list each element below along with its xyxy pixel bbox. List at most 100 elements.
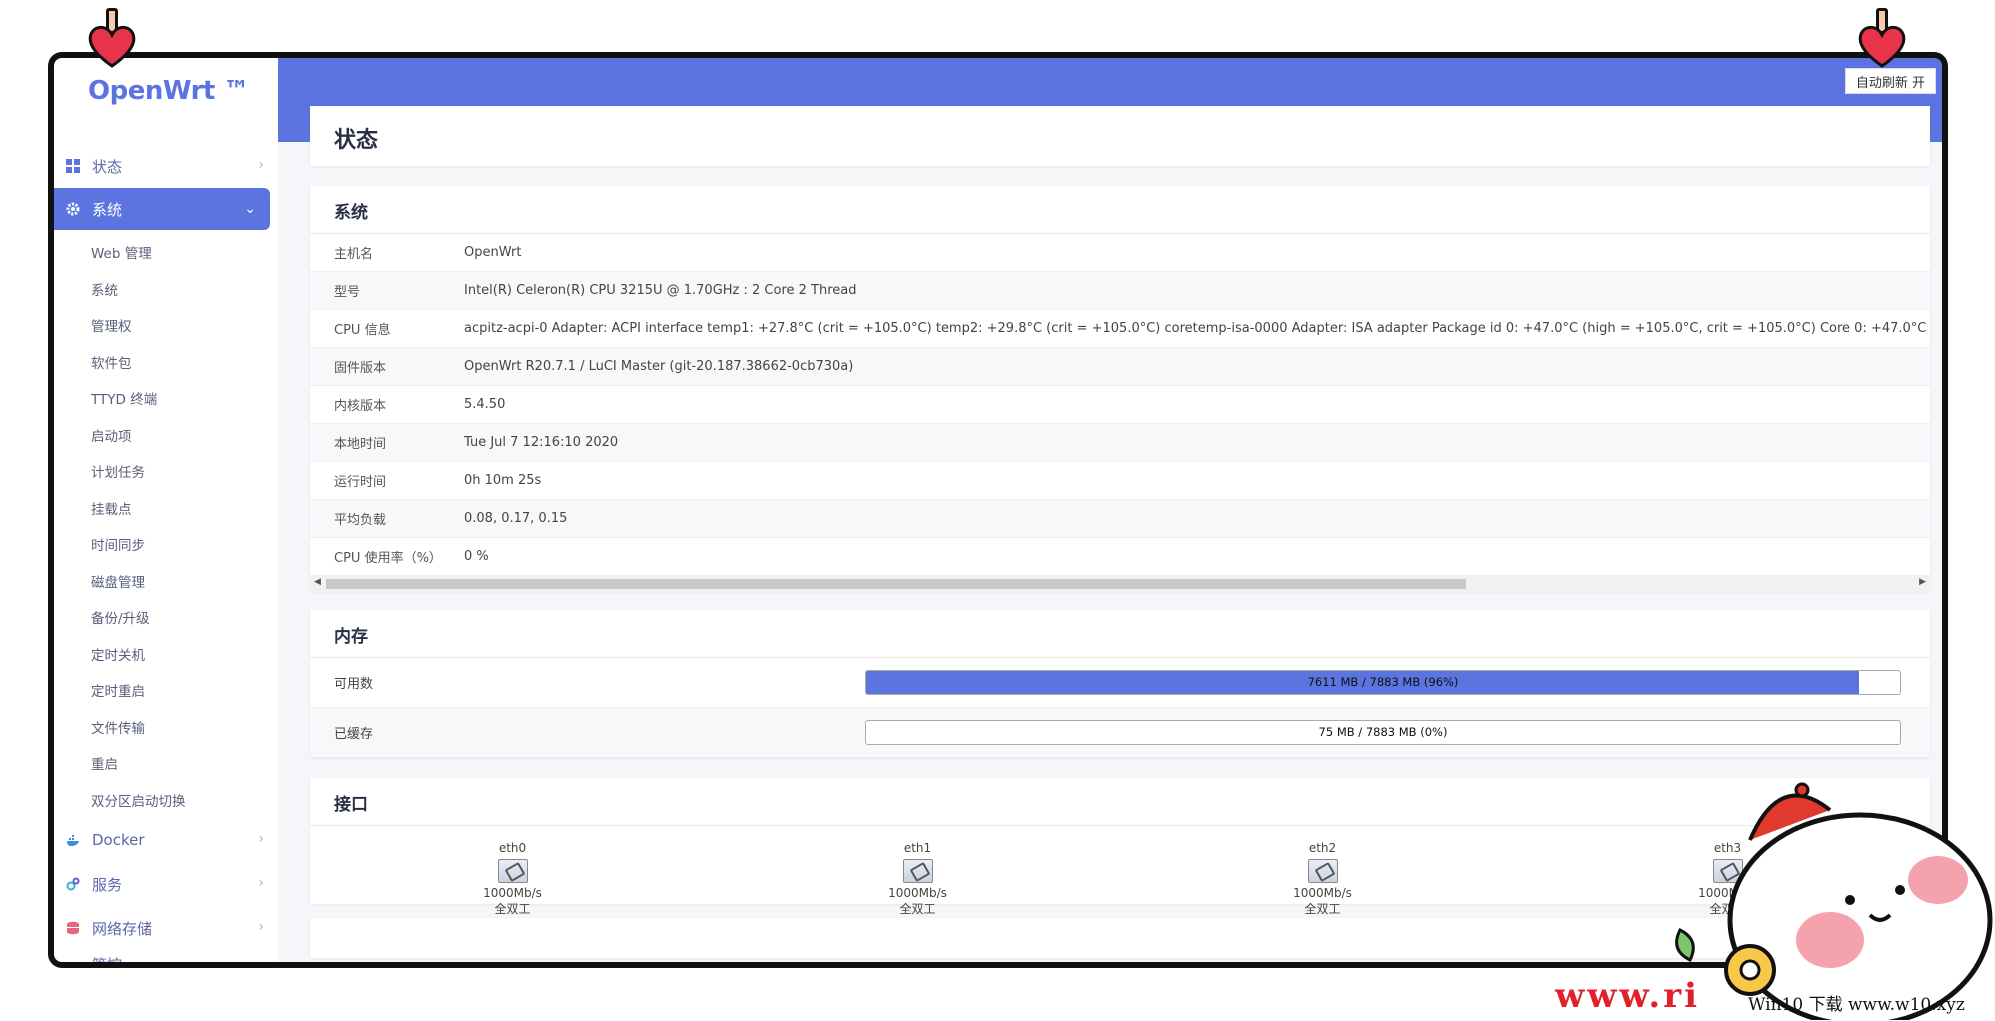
sidebar-item-label: 管控 bbox=[92, 956, 123, 968]
chevron-right-icon: › bbox=[258, 875, 264, 891]
submenu-item[interactable]: 重启 bbox=[54, 745, 278, 782]
heart-icon bbox=[88, 25, 136, 68]
sidebar-item-partial[interactable]: 管控 bbox=[54, 950, 278, 968]
row-key: CPU 使用率（%） bbox=[334, 551, 442, 566]
submenu-item[interactable]: 启动项 bbox=[54, 417, 278, 454]
watermark-left: www.ri bbox=[1555, 976, 1701, 1016]
progress-label: 7611 MB / 7883 MB (96%) bbox=[1307, 675, 1459, 689]
submenu-item[interactable]: 文件传输 bbox=[54, 709, 278, 746]
table-row: CPU 信息 acpitz-acpi-0 Adapter: ACPI interf… bbox=[310, 310, 1930, 348]
memory-row: 已缓存 75 MB / 7883 MB (0%) bbox=[310, 708, 1930, 758]
menu-icon bbox=[66, 954, 80, 962]
submenu-item[interactable]: 管理权 bbox=[54, 307, 278, 344]
interface-item[interactable]: eth2 1000Mb/s 全双工 bbox=[1263, 840, 1383, 917]
submenu-item[interactable]: 备份/升级 bbox=[54, 599, 278, 636]
row-key: 平均负载 bbox=[334, 513, 387, 528]
progress-bar: 7611 MB / 7883 MB (96%) bbox=[865, 670, 1901, 695]
submenu-item[interactable]: 计划任务 bbox=[54, 453, 278, 490]
table-row: 型号 Intel(R) Celeron(R) CPU 3215U @ 1.70GH… bbox=[310, 272, 1930, 310]
interface-name: eth0 bbox=[498, 841, 527, 855]
system-table: 主机名 OpenWrt 型号 Intel(R) Celeron(R) CPU 321… bbox=[310, 234, 1930, 576]
memory-card-title: 内存 bbox=[310, 610, 1930, 658]
submenu-item[interactable]: 系统 bbox=[54, 271, 278, 308]
row-key: 内核版本 bbox=[334, 399, 387, 414]
submenu-item[interactable]: 双分区启动切换 bbox=[54, 782, 278, 819]
row-value: OpenWrt bbox=[464, 245, 522, 260]
interface-speed: 1000Mb/s bbox=[1293, 886, 1352, 900]
sidebar: OpenWrt ™ 状态 › 系统 ⌄ Web 管理 系统 管理权 软件包 TT… bbox=[54, 58, 278, 962]
table-row: 固件版本 OpenWrt R20.7.1 / LuCI Master (git-2… bbox=[310, 348, 1930, 386]
ethernet-port-icon bbox=[1307, 859, 1338, 883]
row-key: CPU 信息 bbox=[334, 323, 391, 338]
row-value: 0h 10m 25s bbox=[464, 473, 542, 488]
chevron-right-icon: › bbox=[258, 157, 264, 173]
openwrt-logo[interactable]: OpenWrt ™ bbox=[88, 76, 249, 106]
interface-item[interactable]: eth0 1000Mb/s 全双工 bbox=[453, 840, 573, 917]
sidebar-item-label: 状态 bbox=[92, 157, 123, 176]
row-key: 已缓存 bbox=[334, 727, 374, 742]
interface-item[interactable]: eth1 1000Mb/s 全双工 bbox=[858, 840, 978, 917]
submenu-item[interactable]: 磁盘管理 bbox=[54, 563, 278, 600]
submenu-item[interactable]: Web 管理 bbox=[54, 234, 278, 271]
sidebar-item-label: 系统 bbox=[92, 200, 123, 219]
sidebar-item-label: 服务 bbox=[92, 875, 123, 894]
services-icon bbox=[66, 877, 80, 891]
row-value: 0 % bbox=[464, 549, 489, 564]
gear-icon bbox=[66, 202, 80, 216]
auto-refresh-toggle[interactable]: 自动刷新 开 bbox=[1844, 68, 1936, 94]
sidebar-item-status[interactable]: 状态 › bbox=[54, 144, 278, 188]
row-key: 型号 bbox=[334, 285, 361, 300]
submenu-item[interactable]: 定时关机 bbox=[54, 636, 278, 673]
table-row: CPU 使用率（%） 0 % bbox=[310, 538, 1930, 576]
progress-label: 75 MB / 7883 MB (0%) bbox=[1318, 725, 1448, 739]
sidebar-item-services[interactable]: 服务 › bbox=[54, 862, 278, 906]
row-key: 运行时间 bbox=[334, 475, 387, 490]
row-value: OpenWrt R20.7.1 / LuCI Master (git-20.18… bbox=[464, 359, 854, 374]
system-card-title: 系统 bbox=[310, 186, 1930, 234]
system-submenu: Web 管理 系统 管理权 软件包 TTYD 终端 启动项 计划任务 挂载点 时… bbox=[54, 230, 278, 818]
submenu-item[interactable]: TTYD 终端 bbox=[54, 380, 278, 417]
table-row: 内核版本 5.4.50 bbox=[310, 386, 1930, 424]
sidebar-item-nas[interactable]: 网络存储 › bbox=[54, 906, 278, 950]
sidebar-item-label: Docker bbox=[92, 831, 145, 849]
interface-name: eth1 bbox=[903, 841, 932, 855]
memory-card: 内存 可用数 7611 MB / 7883 MB (96%) 已缓存 75 MB… bbox=[310, 610, 1930, 758]
scrollbar-thumb[interactable] bbox=[326, 579, 1466, 589]
chevron-down-icon: ⌄ bbox=[244, 201, 256, 217]
chevron-right-icon: › bbox=[258, 831, 264, 847]
interface-duplex: 全双工 bbox=[494, 902, 531, 916]
scroll-right-icon[interactable]: ▶ bbox=[1919, 577, 1926, 587]
submenu-item[interactable]: 挂载点 bbox=[54, 490, 278, 527]
sidebar-item-label: 网络存储 bbox=[92, 919, 153, 938]
sidebar-item-system[interactable]: 系统 ⌄ bbox=[54, 188, 270, 230]
interface-duplex: 全双工 bbox=[1304, 902, 1341, 916]
row-value: acpitz-acpi-0 Adapter: ACPI interface te… bbox=[464, 321, 1930, 336]
scroll-left-icon[interactable]: ◀ bbox=[314, 577, 321, 587]
table-row: 本地时间 Tue Jul 7 12:16:10 2020 bbox=[310, 424, 1930, 462]
row-key: 可用数 bbox=[334, 677, 374, 692]
heart-icon bbox=[1858, 25, 1906, 68]
row-key: 本地时间 bbox=[334, 437, 387, 452]
ethernet-port-icon bbox=[902, 859, 933, 883]
row-key: 主机名 bbox=[334, 247, 374, 262]
table-row: 主机名 OpenWrt bbox=[310, 234, 1930, 272]
table-row: 运行时间 0h 10m 25s bbox=[310, 462, 1930, 500]
interface-duplex: 全双工 bbox=[899, 902, 936, 916]
ethernet-port-icon bbox=[497, 859, 528, 883]
sidebar-item-docker[interactable]: Docker › bbox=[54, 818, 278, 862]
page-title: 状态 bbox=[310, 106, 1930, 166]
row-value: 0.08, 0.17, 0.15 bbox=[464, 511, 568, 526]
submenu-item[interactable]: 软件包 bbox=[54, 344, 278, 381]
memory-row: 可用数 7611 MB / 7883 MB (96%) bbox=[310, 658, 1930, 708]
submenu-item[interactable]: 定时重启 bbox=[54, 672, 278, 709]
dashboard-icon bbox=[66, 159, 80, 173]
horizontal-scrollbar[interactable]: ◀ ▶ bbox=[310, 576, 1930, 592]
submenu-item[interactable]: 时间同步 bbox=[54, 526, 278, 563]
database-icon bbox=[67, 921, 79, 935]
row-key: 固件版本 bbox=[334, 361, 387, 376]
chevron-right-icon: › bbox=[258, 919, 264, 935]
docker-icon bbox=[67, 835, 79, 846]
row-value: 5.4.50 bbox=[464, 397, 506, 412]
row-value: Tue Jul 7 12:16:10 2020 bbox=[464, 435, 619, 450]
interface-name: eth2 bbox=[1308, 841, 1337, 855]
